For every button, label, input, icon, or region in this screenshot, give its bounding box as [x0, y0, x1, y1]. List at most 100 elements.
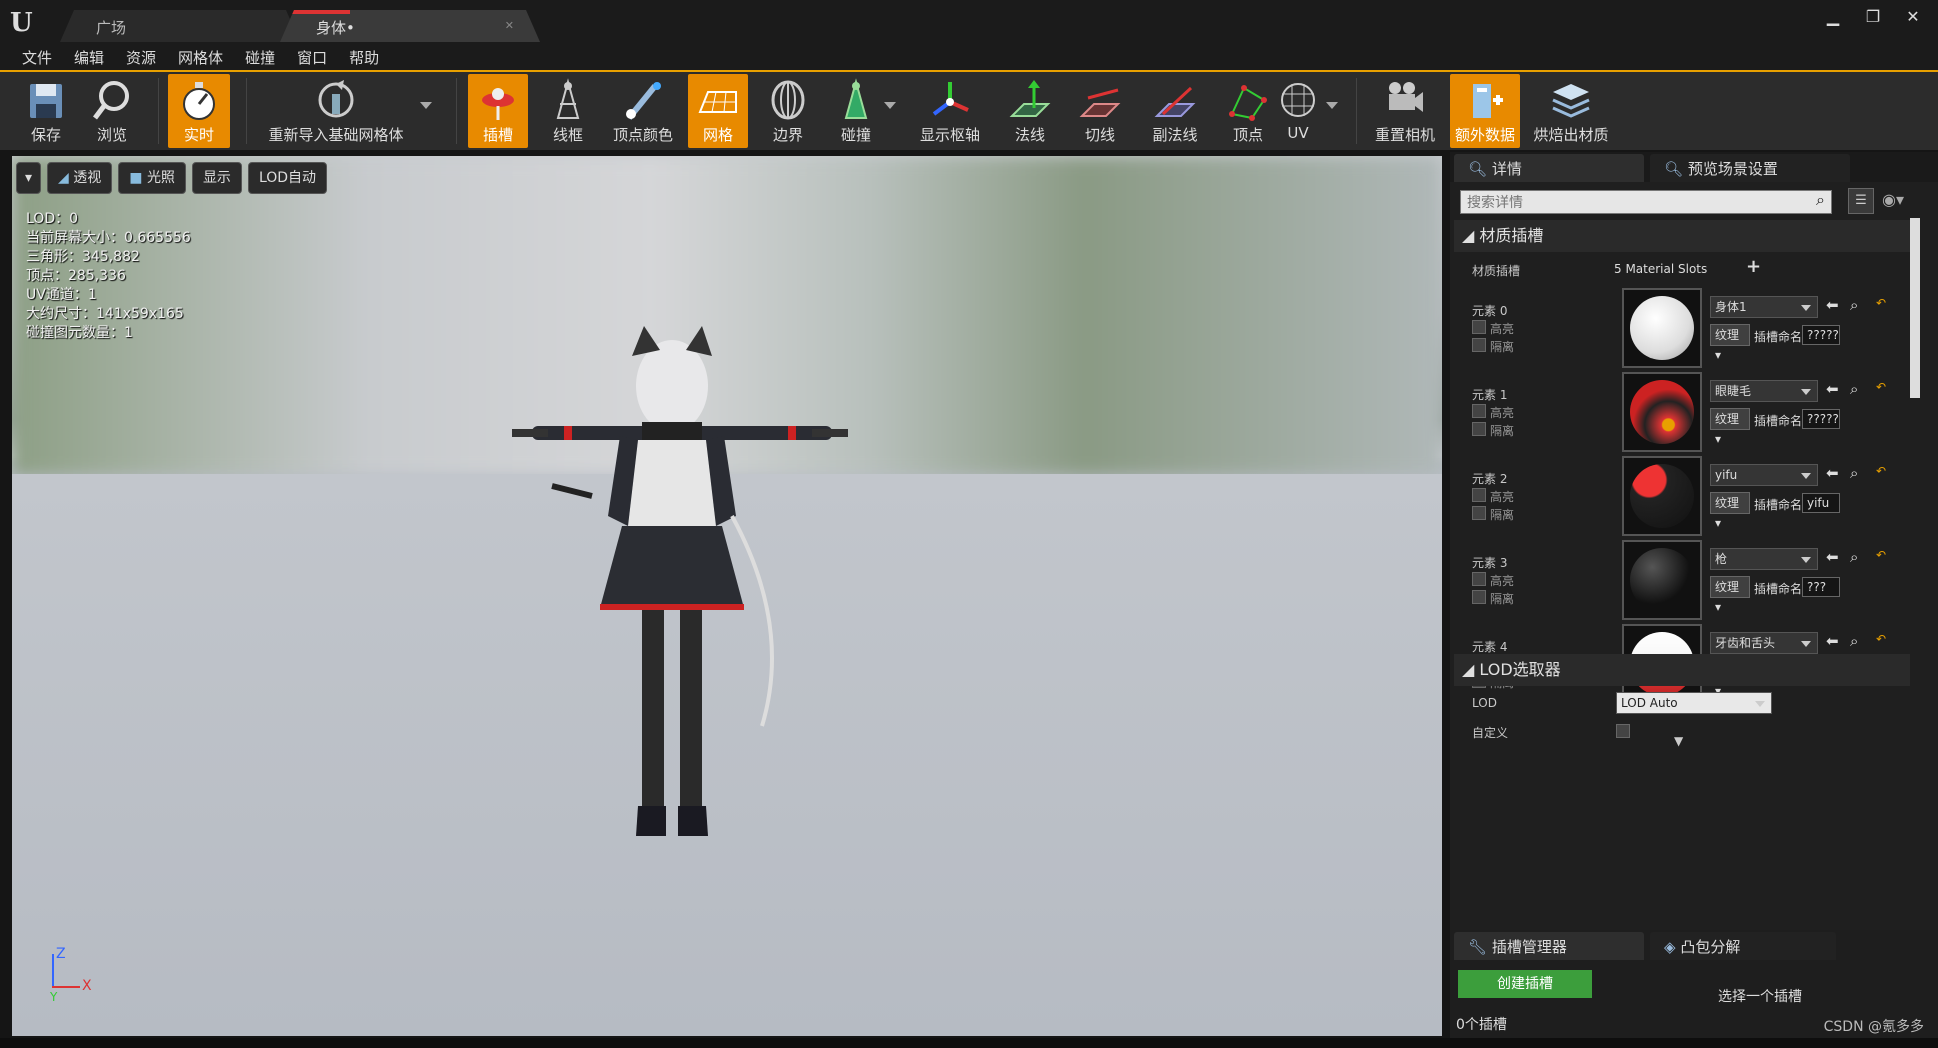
menu-mesh[interactable]: 网格体: [178, 46, 223, 70]
socket-button[interactable]: 插槽: [468, 74, 528, 148]
material-slots-header[interactable]: ◢ 材质插槽: [1454, 220, 1910, 252]
character-model[interactable]: [512, 326, 852, 926]
expand-more-icon[interactable]: ▼: [1674, 734, 1683, 748]
lighting-button[interactable]: ■ 光照: [118, 162, 186, 194]
material-select[interactable]: 枪: [1710, 548, 1818, 570]
reset-arrow-icon[interactable]: ↶: [1876, 632, 1886, 646]
material-thumbnail[interactable]: [1622, 540, 1702, 620]
use-selected-arrow-icon[interactable]: ⬅: [1826, 296, 1839, 314]
use-selected-arrow-icon[interactable]: ⬅: [1826, 548, 1839, 566]
browse-magnifier-icon[interactable]: ⌕: [1850, 548, 1858, 566]
texture-dropdown[interactable]: 纹理 ▾: [1710, 324, 1750, 362]
viewport-options-button[interactable]: ▾: [16, 162, 42, 194]
browse-magnifier-icon[interactable]: ⌕: [1850, 296, 1858, 314]
material-select[interactable]: 牙齿和舌头: [1710, 632, 1818, 654]
tab-body[interactable]: 身体• ✕: [280, 10, 540, 42]
slot-name-input[interactable]: ?????: [1802, 325, 1840, 345]
slot-name-input[interactable]: ?????: [1802, 409, 1840, 429]
isolate-checkbox[interactable]: [1472, 422, 1486, 436]
axis-gizmo: Z X Y: [48, 946, 98, 1004]
binormals-button[interactable]: 副法线: [1140, 74, 1210, 148]
details-scrollbar[interactable]: [1910, 218, 1920, 398]
mesh-viewport[interactable]: ▾ ◢ 透视 ■ 光照 显示 LOD自动 LOD：0 当前屏幕大小：0.6655…: [12, 156, 1442, 1036]
browse-magnifier-icon[interactable]: ⌕: [1850, 632, 1858, 650]
search-icon[interactable]: ⌕: [1816, 190, 1825, 210]
minimize-button[interactable]: ▁: [1816, 6, 1850, 30]
tab-convex-decomposition[interactable]: ◈ 凸包分解: [1650, 932, 1836, 960]
slot-name-input[interactable]: ???: [1802, 577, 1840, 597]
uv-button[interactable]: UV: [1268, 74, 1328, 148]
highlight-checkbox[interactable]: [1472, 404, 1486, 418]
close-window-button[interactable]: ✕: [1896, 6, 1930, 30]
isolate-checkbox[interactable]: [1472, 338, 1486, 352]
maximize-button[interactable]: ❐: [1856, 6, 1890, 30]
menu-help[interactable]: 帮助: [349, 46, 379, 70]
wireframe-button[interactable]: 线框: [538, 74, 598, 148]
lod-picker-header[interactable]: ◢ LOD选取器: [1454, 654, 1910, 686]
bake-material-button[interactable]: 烘焙出材质: [1526, 74, 1616, 148]
menu-window[interactable]: 窗口: [297, 46, 327, 70]
texture-dropdown[interactable]: 纹理 ▾: [1710, 408, 1750, 446]
realtime-button[interactable]: 实时: [168, 74, 230, 148]
search-details-input[interactable]: [1460, 190, 1832, 214]
reset-arrow-icon[interactable]: ↶: [1876, 296, 1886, 310]
use-selected-arrow-icon[interactable]: ⬅: [1826, 380, 1839, 398]
browse-button[interactable]: 浏览: [80, 74, 144, 148]
reimport-dropdown-icon[interactable]: [420, 102, 432, 109]
list-view-icon[interactable]: ☰: [1848, 188, 1874, 214]
reset-arrow-icon[interactable]: ↶: [1876, 548, 1886, 562]
reset-camera-button[interactable]: 重置相机: [1370, 74, 1440, 148]
isolate-checkbox[interactable]: [1472, 590, 1486, 604]
vertex-color-button[interactable]: 顶点颜色: [606, 74, 680, 148]
tab-socket-manager[interactable]: 🔧︎ 插槽管理器: [1454, 932, 1644, 960]
material-select[interactable]: yifu: [1710, 464, 1818, 486]
collision-dropdown-icon[interactable]: [884, 102, 896, 109]
stat-approx-size: 大约尺寸：141x59x165: [26, 306, 184, 322]
perspective-button[interactable]: ◢ 透视: [47, 162, 113, 194]
normals-button[interactable]: 法线: [1000, 74, 1060, 148]
material-thumbnail[interactable]: [1622, 288, 1702, 368]
save-button[interactable]: 保存: [14, 74, 78, 148]
highlight-checkbox[interactable]: [1472, 488, 1486, 502]
reset-arrow-icon[interactable]: ↶: [1876, 464, 1886, 478]
material-thumbnail[interactable]: [1622, 372, 1702, 452]
highlight-checkbox[interactable]: [1472, 320, 1486, 334]
show-pivot-button[interactable]: 显示枢轴: [910, 74, 990, 148]
eye-icon[interactable]: ◉▾: [1882, 190, 1904, 209]
tab-plaza[interactable]: 广场: [60, 10, 300, 42]
uv-dropdown-icon[interactable]: [1326, 102, 1338, 109]
tab-details[interactable]: 🔍︎ 详情: [1454, 154, 1644, 182]
browse-magnifier-icon[interactable]: ⌕: [1850, 464, 1858, 482]
menu-collision[interactable]: 碰撞: [245, 46, 275, 70]
material-select[interactable]: 身体1: [1710, 296, 1818, 318]
use-selected-arrow-icon[interactable]: ⬅: [1826, 632, 1839, 650]
browse-magnifier-icon[interactable]: ⌕: [1850, 380, 1858, 398]
extra-data-button[interactable]: 额外数据: [1450, 74, 1520, 148]
collision-button[interactable]: 碰撞: [826, 74, 886, 148]
reimport-base-mesh-button[interactable]: 重新导入基础网格体: [262, 74, 410, 148]
menu-file[interactable]: 文件: [22, 46, 52, 70]
create-socket-button[interactable]: 创建插槽: [1458, 970, 1592, 998]
grid-button[interactable]: 网格: [688, 74, 748, 148]
custom-checkbox[interactable]: [1616, 724, 1630, 738]
unreal-logo-icon[interactable]: U: [10, 8, 40, 38]
bounds-button[interactable]: 边界: [758, 74, 818, 148]
highlight-checkbox[interactable]: [1472, 572, 1486, 586]
material-select[interactable]: 眼睫毛: [1710, 380, 1818, 402]
add-slot-icon[interactable]: +: [1746, 256, 1761, 277]
tangents-button[interactable]: 切线: [1070, 74, 1130, 148]
show-button[interactable]: 显示: [191, 162, 242, 194]
material-thumbnail[interactable]: [1622, 456, 1702, 536]
tab-preview-scene-settings[interactable]: 🔍︎ 预览场景设置: [1650, 154, 1850, 182]
texture-dropdown[interactable]: 纹理 ▾: [1710, 492, 1750, 530]
slot-name-input[interactable]: yifu: [1802, 493, 1840, 513]
menu-asset[interactable]: 资源: [126, 46, 156, 70]
isolate-checkbox[interactable]: [1472, 506, 1486, 520]
lod-select[interactable]: LOD Auto: [1616, 692, 1772, 714]
lod-auto-button[interactable]: LOD自动: [247, 162, 328, 194]
menu-edit[interactable]: 编辑: [74, 46, 104, 70]
texture-dropdown[interactable]: 纹理 ▾: [1710, 576, 1750, 614]
reset-arrow-icon[interactable]: ↶: [1876, 380, 1886, 394]
close-tab-icon[interactable]: ✕: [505, 19, 514, 32]
use-selected-arrow-icon[interactable]: ⬅: [1826, 464, 1839, 482]
